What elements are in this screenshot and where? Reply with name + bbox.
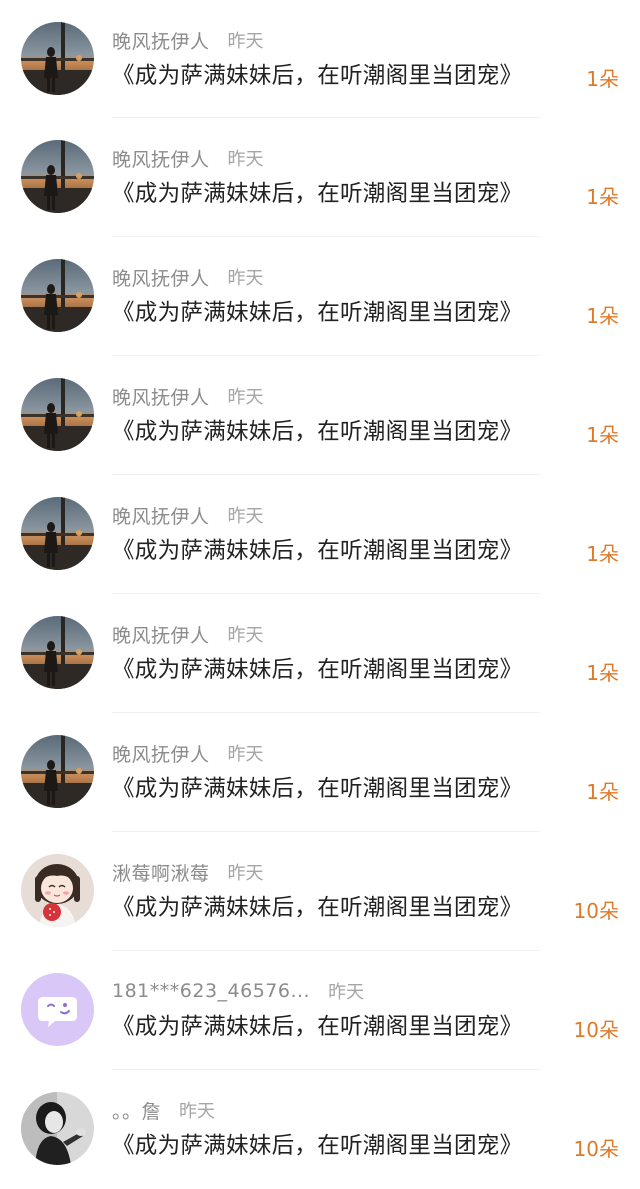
book-title[interactable]: 《成为萨满妹妹后，在听潮阁里当团宠》 xyxy=(112,295,522,327)
username[interactable]: 晚风抚伊人 xyxy=(112,27,210,54)
username[interactable]: 晚风抚伊人 xyxy=(112,502,210,529)
comment-meta: 晚风抚伊人 昨天 xyxy=(112,263,264,291)
comment-meta: 晚风抚伊人 昨天 xyxy=(112,620,264,648)
gift-count: 10朵 xyxy=(573,1018,619,1042)
comment-meta: 181***623_46576... 昨天 xyxy=(112,977,364,1005)
list-item[interactable]: 晚风抚伊人 昨天 《成为萨满妹妹后，在听潮阁里当团宠》 1朵 xyxy=(0,0,640,118)
avatar[interactable] xyxy=(21,1092,94,1165)
comment-meta: 。。詹 昨天 xyxy=(112,1096,215,1124)
list-item[interactable]: 晚风抚伊人 昨天 《成为萨满妹妹后，在听潮阁里当团宠》 1朵 xyxy=(0,118,640,237)
book-title[interactable]: 《成为萨满妹妹后，在听潮阁里当团宠》 xyxy=(112,533,522,565)
timestamp: 昨天 xyxy=(227,506,264,527)
photo-avatar-icon xyxy=(21,616,94,689)
username[interactable]: 湫莓啊湫莓 xyxy=(112,859,210,886)
username[interactable]: 晚风抚伊人 xyxy=(112,145,210,172)
book-title[interactable]: 《成为萨满妹妹后，在听潮阁里当团宠》 xyxy=(112,890,522,922)
book-title[interactable]: 《成为萨满妹妹后，在听潮阁里当团宠》 xyxy=(112,652,522,684)
gift-count: 10朵 xyxy=(573,899,619,923)
timestamp: 昨天 xyxy=(179,1101,216,1122)
photo-avatar-icon xyxy=(21,140,94,213)
gift-count: 1朵 xyxy=(586,304,619,328)
comment-meta: 晚风抚伊人 昨天 xyxy=(112,144,264,172)
gift-count: 1朵 xyxy=(586,185,619,209)
timestamp: 昨天 xyxy=(227,625,264,646)
list-item[interactable]: 晚风抚伊人 昨天 《成为萨满妹妹后，在听潮阁里当团宠》 1朵 xyxy=(0,713,640,832)
list-item[interactable]: 晚风抚伊人 昨天 《成为萨满妹妹后，在听潮阁里当团宠》 1朵 xyxy=(0,594,640,713)
timestamp: 昨天 xyxy=(227,744,264,765)
photo-avatar-icon xyxy=(21,497,94,570)
gift-count: 1朵 xyxy=(586,542,619,566)
username[interactable]: 晚风抚伊人 xyxy=(112,740,210,767)
gift-count: 1朵 xyxy=(586,423,619,447)
username[interactable]: 晚风抚伊人 xyxy=(112,264,210,291)
chat-bubble-avatar-icon xyxy=(21,973,94,1046)
avatar[interactable] xyxy=(21,22,94,95)
timestamp: 昨天 xyxy=(227,268,264,289)
gift-list: 晚风抚伊人 昨天 《成为萨满妹妹后，在听潮阁里当团宠》 1朵 晚风抚伊人 昨天 … xyxy=(0,0,640,1189)
book-title[interactable]: 《成为萨满妹妹后，在听潮阁里当团宠》 xyxy=(112,414,522,446)
username[interactable]: 晚风抚伊人 xyxy=(112,383,210,410)
list-item[interactable]: 。。詹 昨天 《成为萨满妹妹后，在听潮阁里当团宠》 10朵 xyxy=(0,1070,640,1189)
list-item[interactable]: 晚风抚伊人 昨天 《成为萨满妹妹后，在听潮阁里当团宠》 1朵 xyxy=(0,237,640,356)
list-item[interactable]: 晚风抚伊人 昨天 《成为萨满妹妹后，在听潮阁里当团宠》 1朵 xyxy=(0,475,640,594)
username[interactable]: 。。詹 xyxy=(112,1097,161,1124)
timestamp: 昨天 xyxy=(227,149,264,170)
timestamp: 昨天 xyxy=(227,863,264,884)
bw-photo-avatar-icon xyxy=(21,1092,94,1165)
list-item[interactable]: 晚风抚伊人 昨天 《成为萨满妹妹后，在听潮阁里当团宠》 1朵 xyxy=(0,356,640,475)
list-item[interactable]: 181***623_46576... 昨天 《成为萨满妹妹后，在听潮阁里当团宠》… xyxy=(0,951,640,1070)
book-title[interactable]: 《成为萨满妹妹后，在听潮阁里当团宠》 xyxy=(112,176,522,208)
photo-avatar-icon xyxy=(21,22,94,95)
gift-count: 1朵 xyxy=(586,780,619,804)
comment-meta: 晚风抚伊人 昨天 xyxy=(112,26,264,54)
avatar[interactable] xyxy=(21,973,94,1046)
comment-meta: 晚风抚伊人 昨天 xyxy=(112,739,264,767)
book-title[interactable]: 《成为萨满妹妹后，在听潮阁里当团宠》 xyxy=(112,771,522,803)
photo-avatar-icon xyxy=(21,735,94,808)
comment-meta: 晚风抚伊人 昨天 xyxy=(112,382,264,410)
gift-count: 10朵 xyxy=(573,1137,619,1161)
avatar[interactable] xyxy=(21,140,94,213)
book-title[interactable]: 《成为萨满妹妹后，在听潮阁里当团宠》 xyxy=(112,1128,522,1160)
avatar[interactable] xyxy=(21,259,94,332)
photo-avatar-icon xyxy=(21,259,94,332)
cartoon-girl-avatar-icon xyxy=(21,854,94,927)
avatar[interactable] xyxy=(21,735,94,808)
username[interactable]: 181***623_46576... xyxy=(112,980,310,1002)
timestamp: 昨天 xyxy=(328,982,365,1003)
comment-meta: 湫莓啊湫莓 昨天 xyxy=(112,858,264,886)
gift-count: 1朵 xyxy=(586,67,619,91)
book-title[interactable]: 《成为萨满妹妹后，在听潮阁里当团宠》 xyxy=(112,1009,522,1041)
avatar[interactable] xyxy=(21,854,94,927)
avatar[interactable] xyxy=(21,616,94,689)
avatar[interactable] xyxy=(21,497,94,570)
username[interactable]: 晚风抚伊人 xyxy=(112,621,210,648)
list-item[interactable]: 湫莓啊湫莓 昨天 《成为萨满妹妹后，在听潮阁里当团宠》 10朵 xyxy=(0,832,640,951)
book-title[interactable]: 《成为萨满妹妹后，在听潮阁里当团宠》 xyxy=(112,58,522,90)
gift-count: 1朵 xyxy=(586,661,619,685)
comment-meta: 晚风抚伊人 昨天 xyxy=(112,501,264,529)
timestamp: 昨天 xyxy=(227,31,264,52)
timestamp: 昨天 xyxy=(227,387,264,408)
avatar[interactable] xyxy=(21,378,94,451)
photo-avatar-icon xyxy=(21,378,94,451)
